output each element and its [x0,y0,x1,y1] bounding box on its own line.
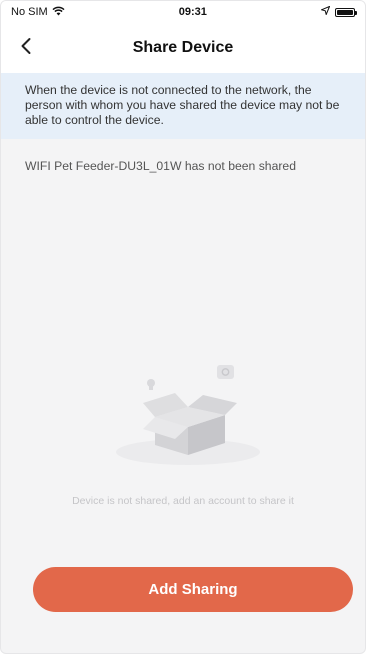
add-sharing-button[interactable]: Add Sharing [33,567,353,612]
clock: 09:31 [178,6,207,18]
status-bar: No SIM 09:31 [1,1,365,23]
carrier-label: No SIM [11,6,48,18]
phone-screen: No SIM 09:31 Share Device When the devic… [0,0,366,654]
location-arrow-icon [319,5,331,18]
open-box-icon [113,357,263,467]
empty-state-text: Device is not shared, add an account to … [72,495,294,507]
battery-icon [334,7,357,17]
status-left: No SIM [11,6,65,19]
back-button[interactable] [13,35,39,61]
share-status-text: WIFI Pet Feeder-DU3L_01W has not been sh… [25,159,296,173]
notice-text: When the device is not connected to the … [25,83,340,127]
wifi-icon [52,6,65,19]
nav-bar: Share Device [1,23,365,73]
notice-banner: When the device is not connected to the … [1,73,365,139]
battery-fill [336,9,353,15]
chevron-left-icon [20,37,32,60]
page-title: Share Device [132,39,234,56]
status-right [319,5,357,18]
